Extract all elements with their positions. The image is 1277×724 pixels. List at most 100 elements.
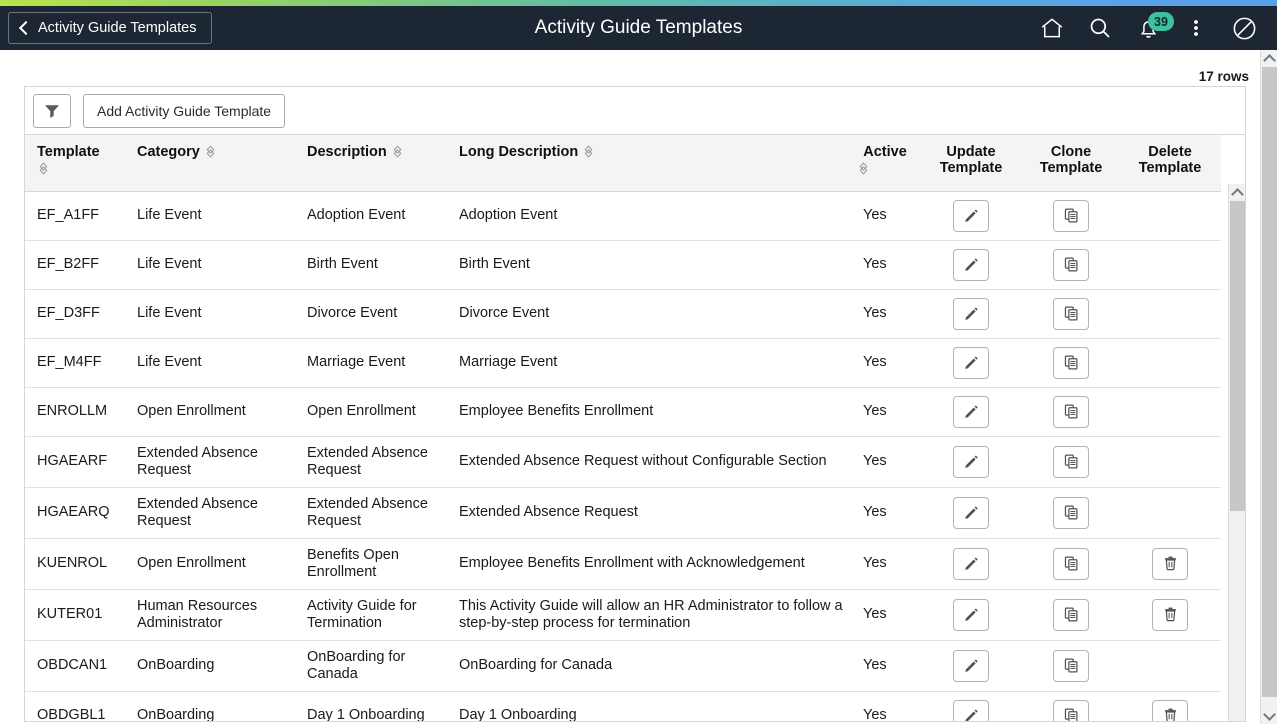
table-row[interactable]: EF_M4FF Life Event Marriage Event Marriage … — [25, 338, 1221, 388]
clone-template-button[interactable] — [1053, 445, 1089, 478]
delete-template-button[interactable] — [1152, 699, 1188, 721]
page-scroll-down-arrow[interactable] — [1261, 707, 1277, 724]
cell-description: Extended Absence Request — [295, 487, 447, 539]
sort-icon[interactable] — [38, 162, 49, 175]
update-template-cell — [919, 640, 1023, 692]
table-row[interactable]: OBDCAN1 OnBoarding OnBoarding for Canada On… — [25, 640, 1221, 692]
column-header-label: Clone Template — [1039, 144, 1103, 176]
update-template-button[interactable] — [953, 395, 989, 428]
clone-template-button[interactable] — [1053, 649, 1089, 682]
table-row[interactable]: EF_B2FF Life Event Birth Event Birth Event Y… — [25, 240, 1221, 290]
top-gradient-strip — [0, 0, 1277, 6]
clone-template-button[interactable] — [1053, 598, 1089, 631]
update-template-cell — [919, 691, 1023, 721]
table-row[interactable]: HGAEARF Extended Absence Request Extended … — [25, 436, 1221, 488]
column-header-label: Active — [863, 144, 907, 160]
page-scrollbar-thumb[interactable] — [1262, 67, 1277, 697]
clone-template-cell — [1023, 240, 1119, 290]
table-row[interactable]: OBDGBL1 OnBoarding Day 1 Onboarding Day 1 O… — [25, 691, 1221, 721]
update-template-button[interactable] — [953, 496, 989, 529]
clone-template-button[interactable] — [1053, 248, 1089, 281]
update-template-button[interactable] — [953, 199, 989, 232]
filter-button[interactable] — [33, 93, 71, 128]
update-template-button[interactable] — [953, 699, 989, 721]
header-icon-group: 39 — [1031, 7, 1277, 49]
cell-template: ENROLLM — [25, 387, 125, 437]
pencil-icon — [964, 608, 978, 621]
copy-icon — [1064, 306, 1077, 321]
kebab-menu-icon[interactable] — [1175, 7, 1217, 49]
update-template-cell — [919, 338, 1023, 388]
delete-template-cell — [1119, 538, 1221, 590]
update-template-button[interactable] — [953, 445, 989, 478]
column-header-category[interactable]: Category — [125, 135, 295, 192]
column-header-long-description[interactable]: Long Description — [447, 135, 851, 192]
update-template-button[interactable] — [953, 547, 989, 580]
delete-template-button[interactable] — [1152, 598, 1188, 631]
cell-description: Day 1 Onboarding — [295, 691, 447, 721]
table-scroll-region: Template Category Description Long Descript… — [25, 135, 1245, 721]
update-template-cell — [919, 240, 1023, 290]
pencil-icon — [964, 405, 978, 418]
cell-template: OBDCAN1 — [25, 640, 125, 692]
column-header-description[interactable]: Description — [295, 135, 447, 192]
delete-template-button[interactable] — [1152, 547, 1188, 580]
update-template-button[interactable] — [953, 346, 989, 379]
sort-icon[interactable] — [858, 162, 869, 175]
cell-active: Yes — [851, 436, 919, 488]
home-icon[interactable] — [1031, 7, 1073, 49]
pencil-icon — [964, 506, 978, 519]
delete-template-cell — [1119, 289, 1221, 339]
table-row[interactable]: EF_A1FF Life Event Adoption Event Adoption … — [25, 191, 1221, 241]
cell-long-description: Extended Absence Request — [447, 487, 851, 539]
clone-template-button[interactable] — [1053, 346, 1089, 379]
page-vertical-scrollbar[interactable] — [1260, 50, 1277, 724]
table-scrollbar-thumb[interactable] — [1230, 201, 1245, 511]
update-template-button[interactable] — [953, 649, 989, 682]
trash-icon — [1164, 556, 1176, 571]
clone-template-button[interactable] — [1053, 547, 1089, 580]
clone-template-button[interactable] — [1053, 395, 1089, 428]
cell-template: KUENROL — [25, 538, 125, 590]
notification-badge: 39 — [1148, 12, 1174, 31]
back-button-label: Activity Guide Templates — [38, 20, 197, 36]
bell-icon[interactable]: 39 — [1127, 7, 1174, 49]
cell-active: Yes — [851, 240, 919, 290]
column-header-active[interactable]: Active — [851, 135, 919, 192]
clone-template-button[interactable] — [1053, 699, 1089, 721]
sort-icon[interactable] — [205, 145, 216, 158]
update-template-button[interactable] — [953, 598, 989, 631]
table-row[interactable]: EF_D3FF Life Event Divorce Event Divorce Ev… — [25, 289, 1221, 339]
cell-category: Extended Absence Request — [125, 436, 295, 488]
back-button[interactable]: Activity Guide Templates — [8, 12, 212, 44]
clone-template-cell — [1023, 436, 1119, 488]
cell-description: Open Enrollment — [295, 387, 447, 437]
column-header-label: Long Description — [459, 144, 579, 160]
cell-description: Divorce Event — [295, 289, 447, 339]
table-row[interactable]: HGAEARQ Extended Absence Request Extended … — [25, 487, 1221, 539]
clone-template-button[interactable] — [1053, 199, 1089, 232]
table-scroll-up-arrow[interactable] — [1229, 184, 1245, 201]
clone-template-cell — [1023, 338, 1119, 388]
cell-category: OnBoarding — [125, 640, 295, 692]
search-icon[interactable] — [1079, 7, 1121, 49]
update-template-button[interactable] — [953, 297, 989, 330]
table-row[interactable]: KUENROL Open Enrollment Benefits Open Enro… — [25, 538, 1221, 590]
clone-template-button[interactable] — [1053, 297, 1089, 330]
cell-active: Yes — [851, 640, 919, 692]
table-row[interactable]: KUTER01 Human Resources Administrator Acti… — [25, 589, 1221, 641]
table-vertical-scrollbar[interactable] — [1228, 184, 1245, 721]
page-scroll-up-arrow[interactable] — [1261, 50, 1277, 67]
cell-description: OnBoarding for Canada — [295, 640, 447, 692]
clone-template-cell — [1023, 487, 1119, 539]
clone-template-button[interactable] — [1053, 496, 1089, 529]
add-activity-guide-template-button[interactable]: Add Activity Guide Template — [83, 93, 286, 128]
navbar-compass-icon[interactable] — [1223, 7, 1265, 49]
update-template-button[interactable] — [953, 248, 989, 281]
sort-icon[interactable] — [392, 145, 403, 158]
pencil-icon — [964, 307, 978, 320]
column-header-template[interactable]: Template — [25, 135, 125, 192]
table-row[interactable]: ENROLLM Open Enrollment Open Enrollment Emp… — [25, 387, 1221, 437]
column-header-label: Delete Template — [1138, 144, 1202, 176]
sort-icon[interactable] — [583, 145, 594, 158]
